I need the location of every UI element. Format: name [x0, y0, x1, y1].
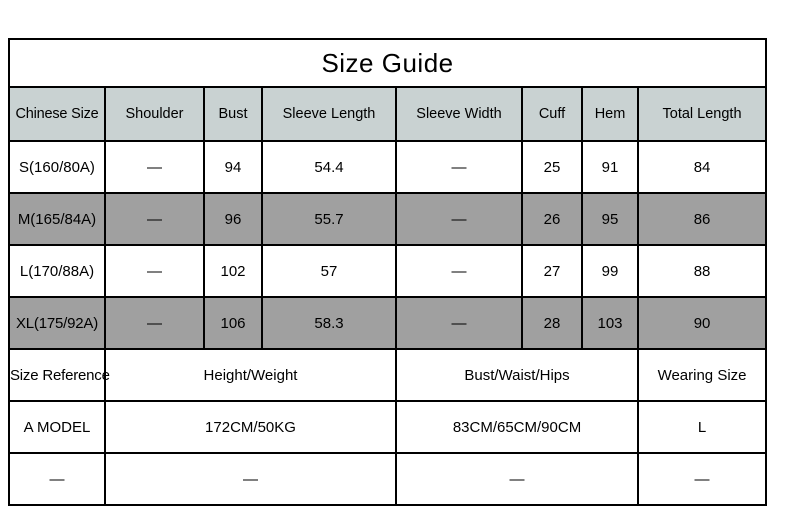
column-header-cuff: Cuff: [521, 86, 583, 142]
sleeve-length-cell: 55.7: [261, 192, 397, 246]
table-row: XL(175/92A) — 106 58.3 — 28 103 90: [8, 296, 768, 350]
bust-cell: 106: [203, 296, 263, 350]
table-row: S(160/80A) — 94 54.4 — 25 91 84: [8, 140, 768, 194]
sleeve-width-cell: —: [395, 140, 523, 194]
shoulder-cell: —: [104, 244, 205, 298]
hem-cell: 99: [581, 244, 639, 298]
reference-header-row: Size Reference Height/Weight Bust/Waist/…: [8, 348, 768, 402]
sleeve-length-cell: 54.4: [261, 140, 397, 194]
total-length-cell: 90: [636, 296, 768, 350]
hem-cell: 95: [581, 192, 639, 246]
cuff-cell: 25: [521, 140, 583, 194]
shoulder-cell: —: [104, 140, 205, 194]
size-label-cell: S(160/80A): [8, 140, 106, 194]
column-header-hem: Hem: [581, 86, 639, 142]
bust-cell: 102: [203, 244, 263, 298]
model-name-cell: —: [8, 452, 106, 506]
bust-cell: 96: [203, 192, 263, 246]
table-row: L(170/88A) — 102 57 — 27 99 88: [8, 244, 768, 298]
hem-cell: 103: [581, 296, 639, 350]
table-title: Size Guide: [7, 38, 768, 88]
size-label-cell: M(165/84A): [8, 192, 106, 246]
reference-bust-waist-hips-header: Bust/Waist/Hips: [395, 348, 639, 402]
size-label-cell: L(170/88A): [8, 244, 106, 298]
shoulder-cell: —: [104, 192, 205, 246]
sleeve-width-cell: —: [395, 296, 523, 350]
page-root: Size Guide Chinese Size Shoulder Bust Sl…: [0, 0, 790, 527]
total-length-cell: 84: [636, 140, 768, 194]
total-length-cell: 88: [636, 244, 768, 298]
reference-label-header: Size Reference: [8, 348, 110, 402]
size-guide-table: Size Guide Chinese Size Shoulder Bust Sl…: [7, 38, 768, 506]
column-header-sleeve-length: Sleeve Length: [261, 86, 397, 142]
sleeve-width-cell: —: [395, 192, 523, 246]
title-row: Size Guide: [7, 38, 768, 88]
model-bust-waist-hips-cell: —: [395, 452, 639, 506]
model-wearing-size-cell: —: [636, 452, 768, 506]
sleeve-length-cell: 58.3: [261, 296, 397, 350]
size-label-cell: XL(175/92A): [8, 296, 106, 350]
reference-height-weight-header: Height/Weight: [104, 348, 397, 402]
table-row: M(165/84A) — 96 55.7 — 26 95 86: [8, 192, 768, 246]
model-name-cell: A MODEL: [8, 400, 106, 454]
total-length-cell: 86: [636, 192, 768, 246]
hem-cell: 91: [581, 140, 639, 194]
column-header-bust: Bust: [203, 86, 263, 142]
model-bust-waist-hips-cell: 83CM/65CM/90CM: [395, 400, 639, 454]
cuff-cell: 27: [521, 244, 583, 298]
model-height-weight-cell: 172CM/50KG: [104, 400, 397, 454]
cuff-cell: 28: [521, 296, 583, 350]
column-header-shoulder: Shoulder: [104, 86, 205, 142]
shoulder-cell: —: [104, 296, 205, 350]
sleeve-width-cell: —: [395, 244, 523, 298]
sleeve-length-cell: 57: [261, 244, 397, 298]
reference-wearing-size-header: Wearing Size: [636, 348, 768, 402]
model-wearing-size-cell: L: [636, 400, 768, 454]
bust-cell: 94: [203, 140, 263, 194]
table-row: A MODEL 172CM/50KG 83CM/65CM/90CM L: [8, 400, 768, 454]
column-header-total-length: Total Length: [636, 86, 768, 142]
column-header-sleeve-width: Sleeve Width: [395, 86, 523, 142]
column-header-chinese-size: Chinese Size: [8, 86, 106, 142]
model-height-weight-cell: —: [104, 452, 397, 506]
measurement-header-row: Chinese Size Shoulder Bust Sleeve Length…: [8, 86, 768, 142]
table-row: — — — —: [8, 452, 768, 506]
cuff-cell: 26: [521, 192, 583, 246]
